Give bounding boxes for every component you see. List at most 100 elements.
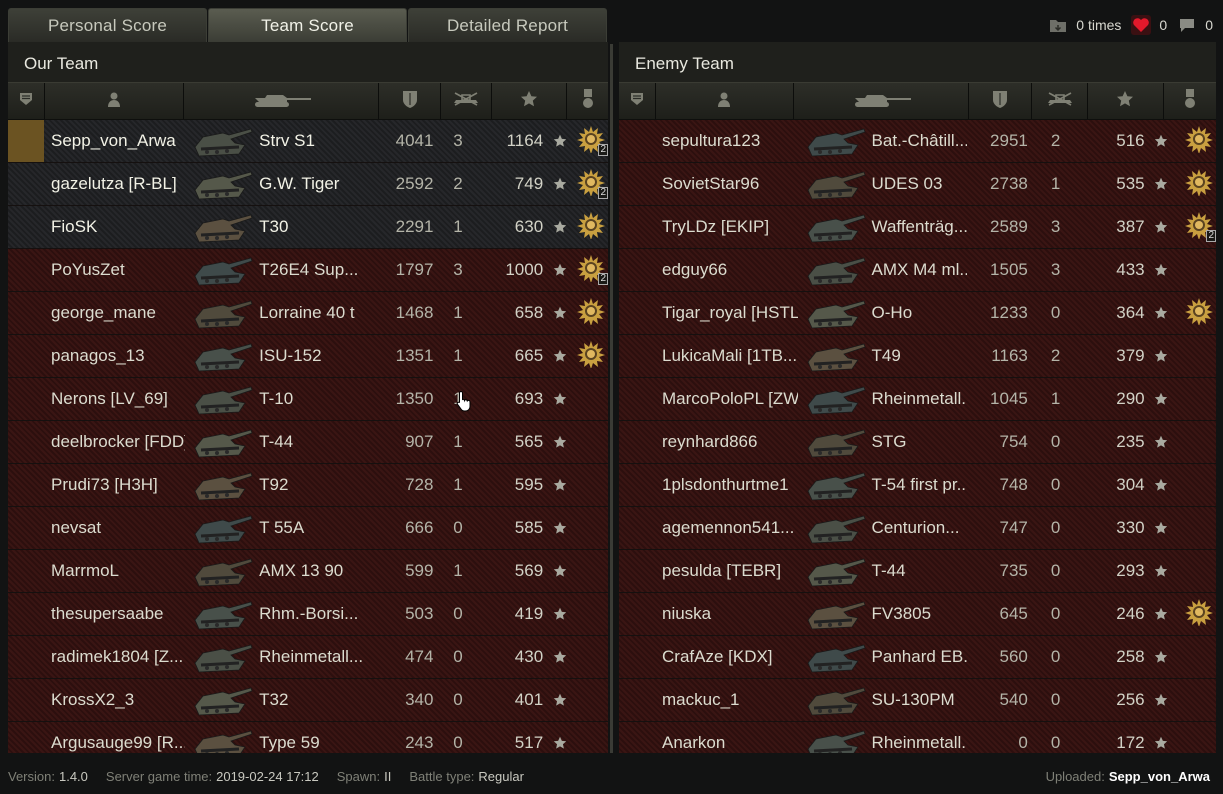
squad-column-header[interactable] [619, 83, 656, 119]
uploader-name[interactable]: Sepp_von_Arwa [1109, 769, 1210, 784]
player-row[interactable]: george_mane Lorraine 40 t 1468 1 658 [8, 292, 608, 335]
player-name[interactable]: KrossX2_3 [51, 690, 185, 710]
player-row[interactable]: nevsat T 55A 666 0 585 [8, 507, 608, 550]
mastery-medal-icon[interactable] [577, 297, 606, 330]
medal-slot[interactable] [1182, 124, 1216, 158]
player-row[interactable]: Nerons [LV_69] T-10 1350 1 693 [8, 378, 608, 421]
player-name[interactable]: MarrmoL [51, 561, 185, 581]
comments-counter[interactable]: 0 [1177, 15, 1213, 35]
mastery-medal-icon[interactable] [577, 211, 606, 244]
xp-column-header[interactable] [1088, 83, 1164, 119]
player-row[interactable]: MarcoPoloPL [ZW] Rheinmetall... 1045 1 290 [619, 378, 1216, 421]
mastery-medal-icon[interactable] [1185, 297, 1214, 330]
medal-slot[interactable] [575, 296, 608, 330]
player-row[interactable]: TryLDz [EKIP] Waffenträg... 2589 3 387 2 [619, 206, 1216, 249]
player-name[interactable]: radimek1804 [Z... [51, 647, 185, 667]
damage-column-header[interactable] [969, 83, 1032, 119]
player-name[interactable]: TryLDz [EKIP] [662, 217, 798, 237]
player-row[interactable]: edguy66 AMX M4 ml... 1505 3 433 [619, 249, 1216, 292]
player-row[interactable]: Sepp_von_Arwa Strv S1 4041 3 1164 2 [8, 120, 608, 163]
medal-slot[interactable]: 2 [575, 167, 608, 201]
player-column-header[interactable] [656, 83, 795, 119]
player-row[interactable]: LukicaMali [1TB... T49 1163 2 379 [619, 335, 1216, 378]
player-row[interactable]: Tigar_royal [HSTL] O-Ho 1233 0 364 [619, 292, 1216, 335]
mastery-medal-icon[interactable] [577, 340, 606, 373]
mastery-medal-icon[interactable] [1185, 168, 1214, 201]
medal-slot[interactable] [1182, 296, 1216, 330]
player-row[interactable]: thesupersaabe Rhm.-Borsi... 503 0 419 [8, 593, 608, 636]
likes-counter[interactable]: 0 [1131, 15, 1167, 35]
kills-column-header[interactable] [441, 83, 492, 119]
player-name[interactable]: SovietStar96 [662, 174, 798, 194]
medal-slot[interactable]: 2 [575, 124, 608, 158]
player-name[interactable]: Prudi73 [H3H] [51, 475, 185, 495]
player-name[interactable]: mackuc_1 [662, 690, 798, 710]
tab-personal-score[interactable]: Personal Score [8, 8, 207, 42]
player-row[interactable]: Anarkon Rheinmetall... 0 0 172 [619, 722, 1216, 753]
player-name[interactable]: CrafAze [KDX] [662, 647, 798, 667]
player-row[interactable]: agemennon541... Centurion... 747 0 330 [619, 507, 1216, 550]
tab-team-score[interactable]: Team Score [208, 8, 407, 42]
player-row[interactable]: deelbrocker [FDD] T-44 907 1 565 [8, 421, 608, 464]
player-name[interactable]: agemennon541... [662, 518, 798, 538]
player-row[interactable]: FioSK T30 2291 1 630 [8, 206, 608, 249]
medal-slot[interactable]: 2 [1182, 210, 1216, 244]
player-row[interactable]: niuska FV3805 645 0 246 [619, 593, 1216, 636]
player-row[interactable]: MarrmoL AMX 13 90 599 1 569 [8, 550, 608, 593]
medal-slot[interactable] [575, 210, 608, 244]
mastery-medal-icon[interactable] [1185, 125, 1214, 158]
player-name[interactable]: edguy66 [662, 260, 798, 280]
player-name[interactable]: LukicaMali [1TB... [662, 346, 798, 366]
player-row[interactable]: sepultura123 Bat.-Châtill... 2951 2 516 [619, 120, 1216, 163]
player-row[interactable]: gazelutza [R-BL] G.W. Tiger 2592 2 749 2 [8, 163, 608, 206]
player-name[interactable]: Argusauge99 [R... [51, 733, 185, 753]
player-row[interactable]: reynhard866 STG 754 0 235 [619, 421, 1216, 464]
player-name[interactable]: Anarkon [662, 733, 798, 753]
player-row[interactable]: 1plsdonthurtme1 T-54 first pr... 748 0 304 [619, 464, 1216, 507]
kills-column-header[interactable] [1032, 83, 1089, 119]
medal-slot[interactable] [1182, 167, 1216, 201]
player-name[interactable]: reynhard866 [662, 432, 798, 452]
damage-column-header[interactable] [379, 83, 442, 119]
player-name[interactable]: FioSK [51, 217, 185, 237]
tank-column-header[interactable] [794, 83, 970, 119]
views-counter[interactable]: 0 times [1048, 15, 1121, 35]
player-name[interactable]: pesulda [TEBR] [662, 561, 798, 581]
player-name[interactable]: Tigar_royal [HSTL] [662, 303, 798, 323]
player-name[interactable]: MarcoPoloPL [ZW] [662, 389, 798, 409]
player-name[interactable]: Sepp_von_Arwa [51, 131, 185, 151]
medals-column-header[interactable] [567, 83, 608, 119]
player-name[interactable]: george_mane [51, 303, 185, 323]
squad-column-header[interactable] [8, 83, 45, 119]
player-name[interactable]: Nerons [LV_69] [51, 389, 185, 409]
player-name[interactable]: panagos_13 [51, 346, 185, 366]
mastery-medal-icon[interactable] [1185, 598, 1214, 631]
xp-column-header[interactable] [492, 83, 568, 119]
player-row[interactable]: PoYusZet T26E4 Sup... 1797 3 1000 2 [8, 249, 608, 292]
heart-icon[interactable] [1131, 15, 1152, 35]
player-row[interactable]: SovietStar96 UDES 03 2738 1 535 [619, 163, 1216, 206]
tank-column-header[interactable] [184, 83, 379, 119]
player-row[interactable]: Prudi73 [H3H] T92 728 1 595 [8, 464, 608, 507]
player-row[interactable]: radimek1804 [Z... Rheinmetall... 474 0 430 [8, 636, 608, 679]
player-name[interactable]: deelbrocker [FDD] [51, 432, 185, 452]
player-row[interactable]: mackuc_1 SU-130PM 540 0 256 [619, 679, 1216, 722]
medals-column-header[interactable] [1164, 83, 1216, 119]
player-row[interactable]: CrafAze [KDX] Panhard EB... 560 0 258 [619, 636, 1216, 679]
player-name[interactable]: gazelutza [R-BL] [51, 174, 185, 194]
player-row[interactable]: pesulda [TEBR] T-44 735 0 293 [619, 550, 1216, 593]
player-column-header[interactable] [45, 83, 184, 119]
player-row[interactable]: KrossX2_3 T32 340 0 401 [8, 679, 608, 722]
player-name[interactable]: PoYusZet [51, 260, 185, 280]
player-name[interactable]: thesupersaabe [51, 604, 185, 624]
player-name[interactable]: niuska [662, 604, 798, 624]
medal-slot[interactable] [1182, 597, 1216, 631]
player-row[interactable]: Argusauge99 [R... Type 59 243 0 517 [8, 722, 608, 753]
medal-slot[interactable] [575, 339, 608, 373]
player-row[interactable]: panagos_13 ISU-152 1351 1 665 [8, 335, 608, 378]
player-name[interactable]: nevsat [51, 518, 185, 538]
medal-slot[interactable]: 2 [575, 253, 608, 287]
player-name[interactable]: 1plsdonthurtme1 [662, 475, 798, 495]
tab-detailed-report[interactable]: Detailed Report [408, 8, 607, 42]
player-name[interactable]: sepultura123 [662, 131, 798, 151]
